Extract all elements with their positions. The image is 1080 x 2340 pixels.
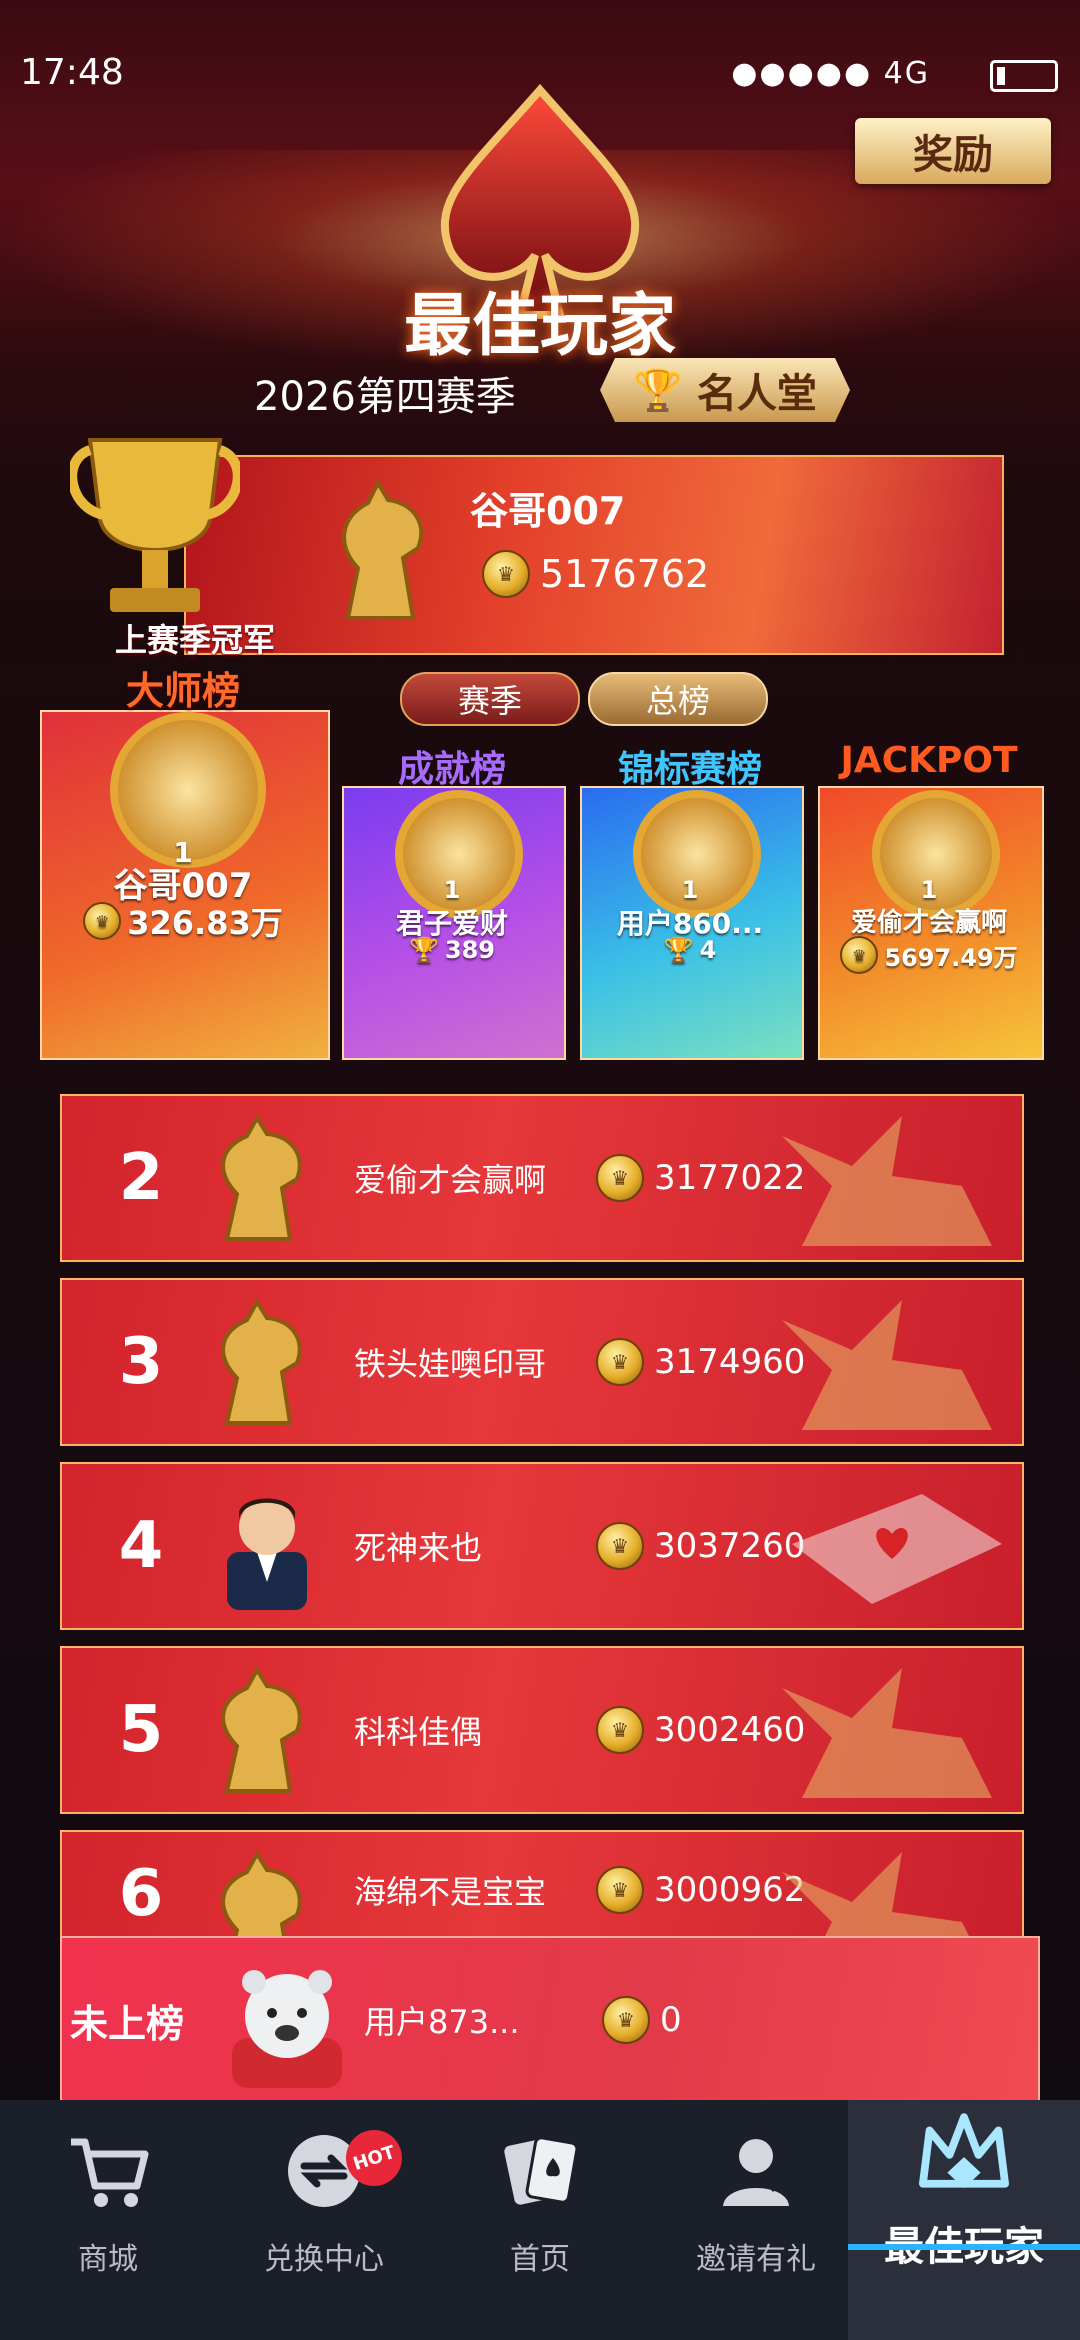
ranking-row[interactable]: 2 爱偷才会赢啊 ♛ 3177022 xyxy=(60,1094,1024,1262)
polar-bear-avatar xyxy=(232,1970,342,2088)
pegasus-icon xyxy=(782,1300,992,1430)
board-value-achievement-text: 389 xyxy=(444,936,495,964)
rank-number: 2 xyxy=(118,1141,164,1215)
nav-item-home[interactable]: 首页 xyxy=(432,2100,648,2340)
champion-coins: ♛ 5176762 xyxy=(482,550,709,598)
nav-item-best-player[interactable]: 最佳玩家 xyxy=(848,2100,1080,2340)
nav-label: 兑换中心 xyxy=(264,2242,384,2277)
my-coins: ♛ 0 xyxy=(602,1938,682,2102)
board-name-jackpot: 爱偷才会赢啊 xyxy=(850,908,1007,938)
signal-indicator: ●●●●● 4G xyxy=(731,56,930,91)
ranking-row[interactable]: 4 死神来也 ♛ 3037260 xyxy=(60,1462,1024,1630)
board-rank-jackpot: 1 xyxy=(920,876,938,904)
board-value-tournament: 🏆 4 xyxy=(580,936,800,964)
ranking-row[interactable]: 3 铁头娃噢印哥 ♛ 3174960 xyxy=(60,1278,1024,1446)
board-value-jackpot: ♛ 5697.49万 xyxy=(818,936,1040,974)
champion-coins-value: 5176762 xyxy=(540,552,710,596)
cart-icon xyxy=(71,2138,149,2207)
nav-label: 最佳玩家 xyxy=(884,2224,1044,2270)
my-name: 用户873... xyxy=(364,2003,520,2041)
board-title-master: 大师榜 xyxy=(125,669,240,713)
player-name: 海绵不是宝宝 xyxy=(354,1873,547,1911)
champion-name: 谷哥007 xyxy=(470,489,626,533)
hall-of-fame-label: 名人堂 xyxy=(696,371,817,417)
board-title-jackpot: JACKPOT xyxy=(840,740,1018,781)
player-name: 死神来也 xyxy=(354,1529,483,1567)
player-name: 爱偷才会赢啊 xyxy=(354,1161,547,1199)
board-rank-achievement: 1 xyxy=(443,876,461,904)
nav-label: 邀请有礼 xyxy=(696,2242,816,2277)
coin-icon: ♛ xyxy=(596,1338,644,1386)
coin-icon: ♛ xyxy=(83,902,122,940)
golden-horse-avatar xyxy=(221,1298,302,1425)
invite-icon xyxy=(723,2139,789,2206)
season-label: 2026第四赛季 xyxy=(254,374,516,420)
cards-icon xyxy=(504,2136,579,2205)
my-rank-row[interactable]: 未上榜 用户873... ♛ 0 xyxy=(60,1936,1040,2104)
reward-button[interactable]: 奖励 xyxy=(855,118,1051,184)
status-time: 17:48 xyxy=(20,52,124,93)
board-value-achievement: 🏆 389 xyxy=(342,936,562,964)
golden-horse-avatar xyxy=(221,1666,302,1793)
champion-label: 上赛季冠军 xyxy=(115,621,276,659)
crown-icon xyxy=(919,2113,1009,2189)
tab-season[interactable]: 赛季 xyxy=(400,672,580,726)
coin-icon: ♛ xyxy=(596,1706,644,1754)
trophy-icon: 🏆 xyxy=(633,367,683,414)
tuxedo-man-avatar xyxy=(227,1498,307,1610)
board-value-jackpot-text: 5697.49万 xyxy=(884,943,1018,972)
coin-icon: ♛ xyxy=(596,1866,644,1914)
coin-icon: ♛ xyxy=(602,1996,650,2044)
player-name: 铁头娃噢印哥 xyxy=(354,1345,547,1383)
coin-icon: ♛ xyxy=(596,1522,644,1570)
my-rank-label: 未上榜 xyxy=(70,2001,185,2046)
board-title-tournament: 锦标赛榜 xyxy=(617,749,762,790)
active-tab-indicator xyxy=(848,2244,1080,2250)
hall-of-fame-button[interactable]: 🏆 名人堂 xyxy=(600,358,850,422)
tab-total[interactable]: 总榜 xyxy=(588,672,768,726)
my-coins-value: 0 xyxy=(660,2000,682,2040)
board-rank-tournament: 1 xyxy=(681,876,699,904)
trophy-icon: 🏆 xyxy=(663,936,694,964)
card-carpet-icon xyxy=(792,1494,1002,1604)
golden-horse-avatar xyxy=(342,478,424,620)
nav-label: 首页 xyxy=(510,2242,570,2277)
trophy-cup-icon xyxy=(70,438,240,612)
board-title-achievement: 成就榜 xyxy=(397,749,506,790)
pegasus-icon xyxy=(782,1852,970,1938)
rank-number: 5 xyxy=(118,1693,164,1767)
board-value-master: ♛ 326.83万 xyxy=(40,898,326,944)
coin-icon: ♛ xyxy=(596,1154,644,1202)
rank-number: 3 xyxy=(118,1325,164,1399)
nav-label: 商城 xyxy=(78,2242,138,2277)
golden-horse-avatar xyxy=(221,1850,302,1938)
board-value-tournament-text: 4 xyxy=(699,936,717,964)
nav-item-exchange[interactable]: 兑换中心 xyxy=(216,2100,432,2340)
player-name: 科科佳偶 xyxy=(354,1713,483,1751)
rank-number: 6 xyxy=(118,1857,164,1931)
ranking-row[interactable]: 5 科科佳偶 ♛ 3002460 xyxy=(60,1646,1024,1814)
rank-number: 4 xyxy=(118,1509,164,1583)
battery-icon xyxy=(990,60,1058,92)
nav-item-invite[interactable]: 邀请有礼 xyxy=(648,2100,864,2340)
board-value-master-text: 326.83万 xyxy=(127,904,283,942)
pegasus-icon xyxy=(782,1116,992,1246)
coin-icon: ♛ xyxy=(482,550,530,598)
coin-icon: ♛ xyxy=(840,936,879,974)
page-title: 最佳玩家 xyxy=(403,287,676,366)
trophy-icon: 🏆 xyxy=(409,936,439,964)
golden-horse-avatar xyxy=(221,1114,302,1241)
ranking-row[interactable]: 6 海绵不是宝宝 ♛ 3000962 xyxy=(60,1830,1024,1940)
nav-item-shop[interactable]: 商城 xyxy=(0,2100,216,2340)
pegasus-icon xyxy=(782,1668,992,1798)
